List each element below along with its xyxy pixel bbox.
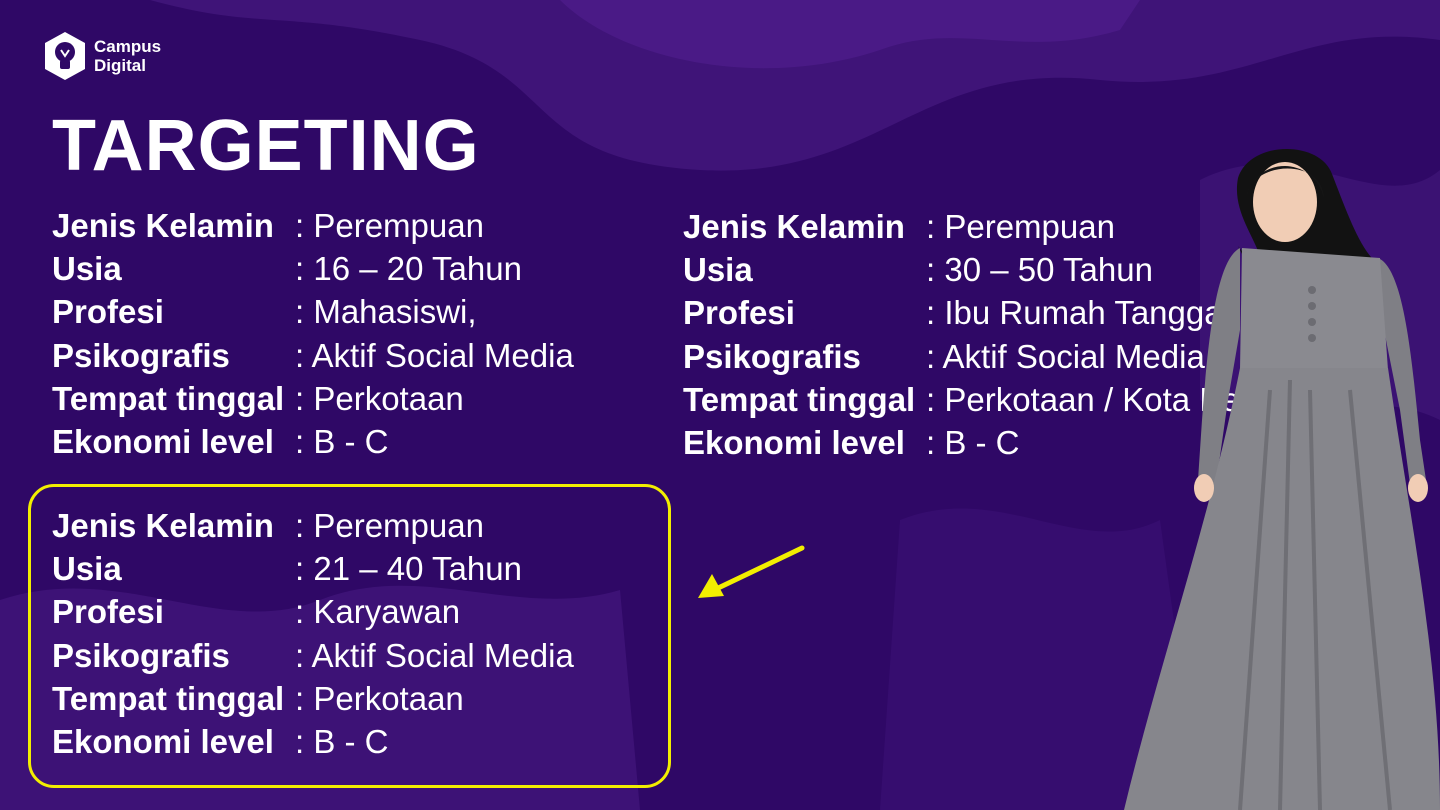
attribute-value: : Perkotaan (295, 379, 464, 417)
attribute-value: : Aktif Social Media (295, 336, 574, 374)
attribute-label: Profesi (52, 593, 164, 631)
attribute-value: : Karyawan (295, 593, 461, 631)
attribute-row-residence: Tempat tinggal : Perkotaan (52, 677, 574, 720)
attribute-row-psychographic: Psikografis : Aktif Social Media (52, 334, 574, 377)
attribute-value: : B - C (295, 422, 389, 460)
attribute-value: : B - C (926, 423, 1020, 461)
attribute-value: : Aktif Social Media (295, 636, 574, 674)
segment-1-details: Jenis Kelamin : Perempuan Usia : 16 – 20… (52, 204, 574, 463)
attribute-label: Tempat tinggal (683, 380, 916, 418)
attribute-row-economy: Ekonomi level : B - C (52, 720, 574, 763)
pointer-arrow-icon (698, 545, 805, 598)
attribute-label: Ekonomi level (683, 423, 905, 461)
attribute-value: : 30 – 50 Tahun (926, 251, 1153, 289)
segment-3-details: Jenis Kelamin : Perempuan Usia : 21 – 40… (52, 504, 574, 763)
attribute-row-residence: Tempat tinggal : Perkotaan (52, 377, 574, 420)
attribute-label: Ekonomi level (52, 722, 274, 760)
brand-name-line-1: Campus (94, 37, 162, 56)
attribute-label: Tempat tinggal (52, 679, 285, 717)
attribute-row-age: Usia : 21 – 40 Tahun (52, 547, 574, 590)
attribute-value: : 16 – 20 Tahun (295, 250, 522, 288)
attribute-row-gender: Jenis Kelamin : Perempuan (52, 204, 574, 247)
attribute-label: Psikografis (52, 636, 230, 674)
attribute-value: : Perempuan (295, 507, 484, 544)
attribute-value: : Perkotaan (295, 679, 464, 717)
attribute-label: Jenis Kelamin (52, 507, 274, 544)
attribute-row-profession: Profesi : Mahasiswi, (52, 290, 574, 333)
page-title: TARGETING (52, 106, 480, 186)
attribute-row-psychographic: Psikografis : Aktif Social Media (52, 634, 574, 677)
attribute-label: Usia (683, 251, 753, 289)
attribute-label: Profesi (683, 294, 795, 332)
model-photo (1124, 148, 1440, 810)
attribute-label: Tempat tinggal (52, 379, 285, 417)
attribute-row-economy: Ekonomi level : B - C (52, 420, 574, 463)
attribute-label: Psikografis (52, 336, 230, 374)
brand-logo: Campus Digital (42, 30, 161, 82)
hexagon-bulb-icon (45, 32, 85, 80)
brand-name-line-2: Digital (94, 56, 146, 75)
attribute-label: Ekonomi level (52, 422, 274, 460)
attribute-label: Profesi (52, 293, 164, 331)
attribute-row-profession: Profesi : Karyawan (52, 590, 574, 633)
attribute-label: Jenis Kelamin (683, 208, 905, 245)
attribute-row-age: Usia : 16 – 20 Tahun (52, 247, 574, 290)
attribute-label: Psikografis (683, 337, 861, 375)
attribute-value: : Perempuan (926, 208, 1115, 245)
attribute-label: Usia (52, 550, 122, 588)
attribute-value: : Mahasiswi, (295, 293, 477, 331)
attribute-label: Jenis Kelamin (52, 207, 274, 244)
attribute-label: Usia (52, 250, 122, 288)
attribute-value: : 21 – 40 Tahun (295, 550, 522, 588)
attribute-value: : Perempuan (295, 207, 484, 244)
attribute-row-gender: Jenis Kelamin : Perempuan (52, 504, 574, 547)
attribute-value: : B - C (295, 722, 389, 760)
